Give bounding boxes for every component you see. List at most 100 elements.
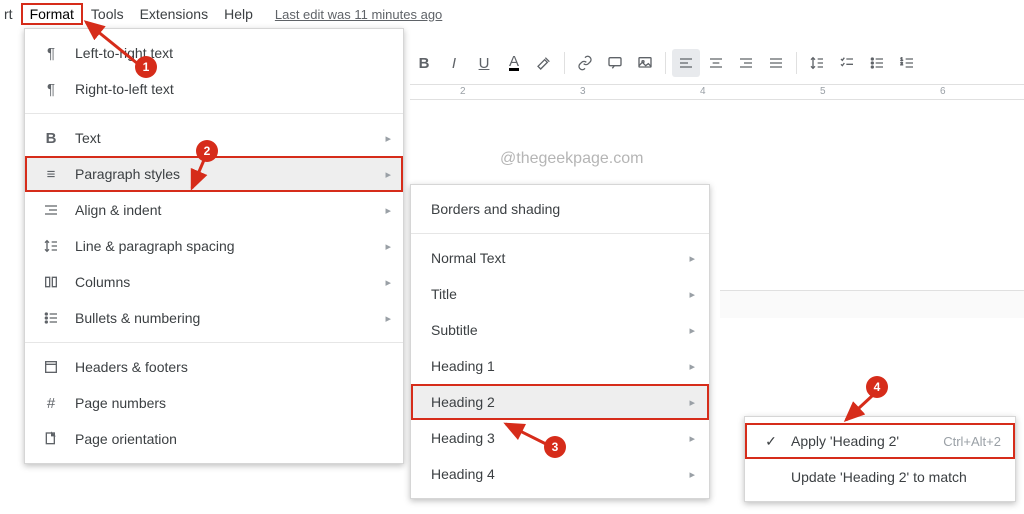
submenu-arrow-icon: ▸ — [689, 252, 695, 265]
menu-item-align-indent[interactable]: Align & indent ▸ — [25, 192, 403, 228]
menu-item-label: Subtitle — [431, 322, 478, 338]
menu-separator — [411, 233, 709, 234]
submenu-arrow-icon: ▸ — [689, 432, 695, 445]
menu-tools[interactable]: Tools — [83, 4, 132, 24]
menu-item-label: Apply 'Heading 2' — [791, 433, 899, 449]
ruler-tick: 5 — [820, 86, 826, 97]
columns-icon — [39, 274, 63, 290]
insert-comment-button[interactable] — [601, 49, 629, 77]
menu-item-update-heading-2[interactable]: Update 'Heading 2' to match — [745, 459, 1015, 495]
menu-item-bullets-numbering[interactable]: Bullets & numbering ▸ — [25, 300, 403, 336]
insert-image-button[interactable] — [631, 49, 659, 77]
insert-link-button[interactable] — [571, 49, 599, 77]
submenu-arrow-icon: ▸ — [385, 204, 391, 217]
submenu-arrow-icon: ▸ — [689, 468, 695, 481]
checklist-button[interactable] — [833, 49, 861, 77]
menu-item-heading-2[interactable]: Heading 2 ▸ — [411, 384, 709, 420]
highlight-button[interactable] — [530, 49, 558, 77]
menu-bar: rt Format Tools Extensions Help Last edi… — [0, 2, 1024, 26]
submenu-arrow-icon: ▸ — [689, 360, 695, 373]
menu-item-apply-heading-2[interactable]: ✓ Apply 'Heading 2' Ctrl+Alt+2 — [745, 423, 1015, 459]
underline-button[interactable]: U — [470, 49, 498, 77]
submenu-arrow-icon: ▸ — [385, 240, 391, 253]
menu-item-headers-footers[interactable]: Headers & footers — [25, 349, 403, 385]
menu-item-normal-text[interactable]: Normal Text ▸ — [411, 240, 709, 276]
ruler-tick: 6 — [940, 86, 946, 97]
menu-item-columns[interactable]: Columns ▸ — [25, 264, 403, 300]
menu-item-label: Paragraph styles — [75, 166, 180, 182]
annotation-callout-1: 1 — [135, 56, 157, 78]
menu-item-label: Heading 2 — [431, 394, 495, 410]
align-indent-icon — [39, 202, 63, 218]
bulleted-list-button[interactable] — [863, 49, 891, 77]
bold-button[interactable]: B — [410, 49, 438, 77]
align-justify-button[interactable] — [762, 49, 790, 77]
page-orientation-icon — [39, 431, 63, 447]
submenu-arrow-icon: ▸ — [689, 288, 695, 301]
menu-item-label: Right-to-left text — [75, 81, 174, 97]
menu-item-page-numbers[interactable]: # Page numbers — [25, 385, 403, 421]
menu-item-line-spacing[interactable]: Line & paragraph spacing ▸ — [25, 228, 403, 264]
annotation-callout-3: 3 — [544, 436, 566, 458]
menu-item-label: Bullets & numbering — [75, 310, 200, 326]
menu-item-subtitle[interactable]: Subtitle ▸ — [411, 312, 709, 348]
menu-item-ltr[interactable]: ¶ Left-to-right text — [25, 35, 403, 71]
menu-format[interactable]: Format — [21, 3, 83, 25]
toolbar-separator — [796, 52, 797, 74]
menu-item-title[interactable]: Title ▸ — [411, 276, 709, 312]
menu-item-label: Heading 3 — [431, 430, 495, 446]
ruler-tick: 4 — [700, 86, 706, 97]
annotation-callout-4: 4 — [866, 376, 888, 398]
italic-button[interactable]: I — [440, 49, 468, 77]
line-spacing-button[interactable] — [803, 49, 831, 77]
menu-help[interactable]: Help — [216, 4, 261, 24]
align-center-button[interactable] — [702, 49, 730, 77]
menu-item-paragraph-styles[interactable]: ≡ Paragraph styles ▸ — [25, 156, 403, 192]
bold-icon: B — [39, 130, 63, 147]
text-color-button[interactable]: A — [500, 49, 528, 77]
toolbar: B I U A 12 — [410, 48, 921, 78]
menu-insert-partial[interactable]: rt — [4, 4, 21, 24]
ruler-tick: 3 — [580, 86, 586, 97]
menu-item-label: Text — [75, 130, 101, 146]
menu-item-label: Title — [431, 286, 457, 302]
menu-item-label: Page numbers — [75, 395, 166, 411]
ruler-tick: 2 — [460, 86, 466, 97]
menu-item-heading-1[interactable]: Heading 1 ▸ — [411, 348, 709, 384]
page-numbers-icon: # — [39, 395, 63, 412]
numbered-list-button[interactable]: 12 — [893, 49, 921, 77]
align-left-button[interactable] — [672, 49, 700, 77]
align-right-button[interactable] — [732, 49, 760, 77]
annotation-callout-2: 2 — [196, 140, 218, 162]
toolbar-separator — [564, 52, 565, 74]
submenu-arrow-icon: ▸ — [385, 132, 391, 145]
ruler: 2 3 4 5 6 — [410, 84, 1024, 100]
watermark-text: @thegeekpage.com — [500, 150, 643, 168]
rtl-icon: ¶ — [39, 81, 63, 98]
menu-item-label: Align & indent — [75, 202, 161, 218]
menu-item-label: Line & paragraph spacing — [75, 238, 235, 254]
check-icon: ✓ — [761, 433, 781, 450]
menu-item-rtl[interactable]: ¶ Right-to-left text — [25, 71, 403, 107]
submenu-arrow-icon: ▸ — [689, 324, 695, 337]
toolbar-separator — [665, 52, 666, 74]
line-spacing-icon — [39, 238, 63, 254]
menu-item-label: Normal Text — [431, 250, 505, 266]
menu-item-label: Heading 1 — [431, 358, 495, 374]
page-edge — [720, 290, 1024, 318]
headers-footers-icon — [39, 359, 63, 375]
menu-separator — [25, 113, 403, 114]
bullets-icon — [39, 310, 63, 326]
submenu-arrow-icon: ▸ — [385, 312, 391, 325]
submenu-arrow-icon: ▸ — [689, 396, 695, 409]
menu-item-page-orientation[interactable]: Page orientation — [25, 421, 403, 457]
menu-extensions[interactable]: Extensions — [132, 4, 216, 24]
ltr-icon: ¶ — [39, 45, 63, 62]
submenu-arrow-icon: ▸ — [385, 168, 391, 181]
keyboard-shortcut: Ctrl+Alt+2 — [943, 434, 1001, 449]
last-edit-link[interactable]: Last edit was 11 minutes ago — [275, 7, 442, 22]
format-menu: ¶ Left-to-right text ¶ Right-to-left tex… — [24, 28, 404, 464]
menu-item-heading-4[interactable]: Heading 4 ▸ — [411, 456, 709, 492]
submenu-arrow-icon: ▸ — [385, 276, 391, 289]
menu-item-borders-shading[interactable]: Borders and shading — [411, 191, 709, 227]
